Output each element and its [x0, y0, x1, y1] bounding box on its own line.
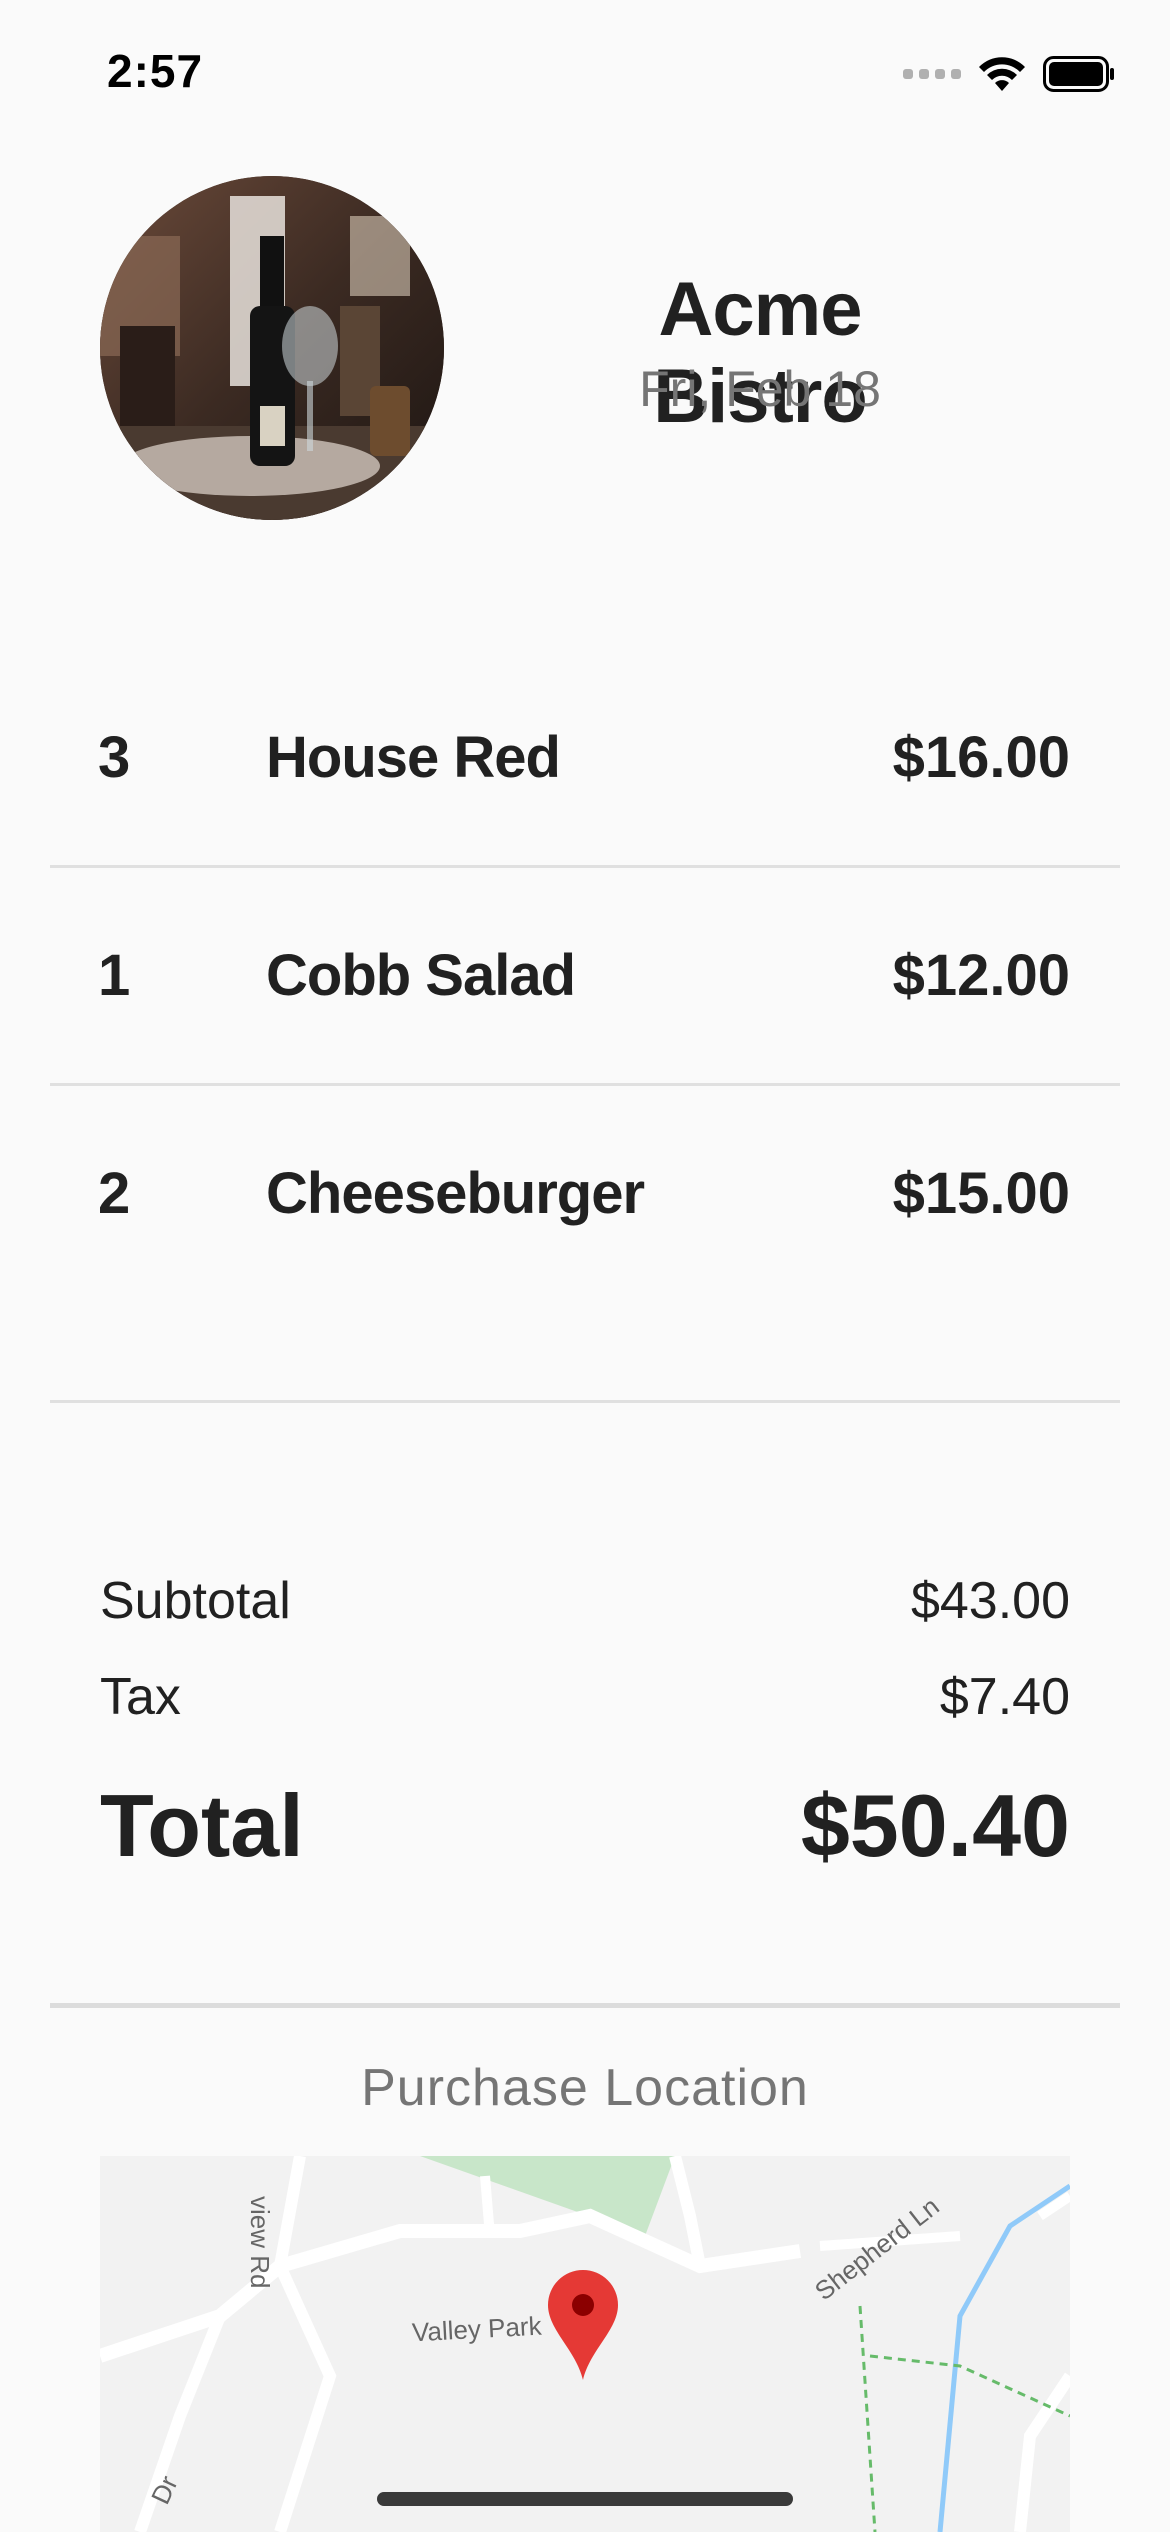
line-item[interactable]: 3 House Red $16.00 [50, 650, 1120, 868]
tax-label: Tax [100, 1668, 181, 1726]
merchant-photo [100, 176, 444, 520]
item-quantity: 1 [98, 943, 131, 1008]
subtotal-row: Subtotal $43.00 [100, 1555, 1070, 1651]
status-time: 2:57 [107, 45, 204, 97]
home-indicator[interactable] [377, 2492, 793, 2506]
total-label: Total [100, 1776, 304, 1875]
item-name: Cobb Salad [266, 943, 576, 1008]
item-name: House Red [266, 725, 561, 790]
status-bar: 2:57 [0, 0, 1170, 140]
map-road-label: view Rd [245, 2196, 275, 2289]
subtotal-label: Subtotal [100, 1572, 291, 1630]
purchase-date: Fri, Feb 18 [639, 361, 881, 417]
tax-row: Tax $7.40 [100, 1651, 1070, 1747]
line-item[interactable]: 2 Cheeseburger $15.00 [50, 1086, 1120, 1403]
totals-section: Subtotal $43.00 Tax $7.40 Total $50.40 [100, 1555, 1070, 1905]
item-price: $16.00 [892, 725, 1070, 790]
item-price: $15.00 [892, 1161, 1070, 1226]
section-divider [50, 2003, 1120, 2008]
subtotal-value: $43.00 [910, 1572, 1070, 1630]
tax-value: $7.40 [939, 1668, 1070, 1726]
line-item[interactable]: 1 Cobb Salad $12.00 [50, 868, 1120, 1086]
status-icons [903, 52, 1115, 96]
location-title: Purchase Location [361, 2059, 809, 2117]
total-row: Total $50.40 [100, 1755, 1070, 1905]
receipt-header: Acme Bistro Fri, Feb 18 [0, 176, 1170, 526]
item-quantity: 3 [98, 725, 131, 790]
total-value: $50.40 [800, 1776, 1070, 1875]
item-price: $12.00 [892, 943, 1070, 1008]
location-pin-icon [548, 2270, 618, 2380]
line-items-list: 3 House Red $16.00 1 Cobb Salad $12.00 2… [50, 650, 1120, 1403]
item-name: Cheeseburger [266, 1161, 645, 1226]
battery-icon [1043, 56, 1114, 92]
purchase-location-map[interactable]: view Rd Valley Park Shepherd Ln Dr [100, 2156, 1070, 2532]
cellular-signal-icon [903, 69, 961, 79]
item-quantity: 2 [98, 1161, 131, 1226]
wifi-icon [979, 57, 1025, 91]
